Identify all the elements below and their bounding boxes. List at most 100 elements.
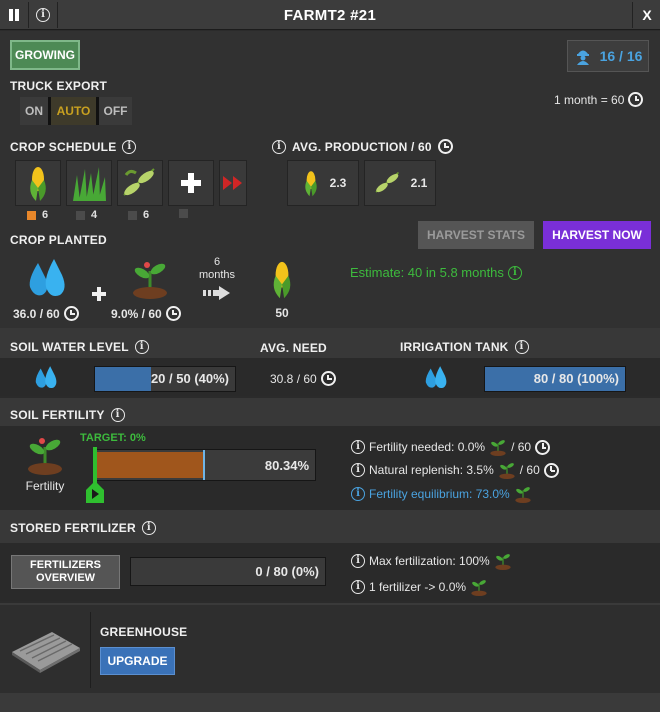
truck-export-on[interactable]: ON (20, 97, 48, 125)
plus-icon (181, 173, 201, 193)
truck-export-label: TRUCK EXPORT (10, 79, 108, 93)
pause-icon (9, 9, 19, 21)
info-icon[interactable]: i (122, 140, 137, 154)
soil-water-bar: 20 / 50 (40%) (94, 366, 236, 392)
crop-planted-label: CROP PLANTED (10, 233, 107, 247)
greenhouse-plot-icon (12, 632, 80, 673)
slot-count-add (179, 209, 188, 218)
sprout-soil-icon (515, 487, 531, 503)
fast-forward-icon (223, 176, 242, 190)
soil-fertility-header: SOIL FERTILITY i (10, 408, 125, 422)
planted-yield: 50 (275, 306, 289, 320)
info-icon[interactable]: i (351, 580, 365, 594)
water-drops-icon (29, 259, 65, 296)
soil-fertility-label: SOIL FERTILITY (10, 408, 105, 422)
irrigation-tank-bar: 80 / 80 (100%) (484, 366, 626, 392)
avg-production-soybean: 2.1 (364, 160, 436, 206)
slot-count-grass: 4 (76, 209, 97, 221)
clock-icon (437, 139, 453, 154)
info-icon[interactable]: i (351, 554, 365, 568)
irrigation-header: IRRIGATION TANK i (400, 340, 529, 354)
arrow-right-icon (203, 286, 230, 300)
info-button[interactable]: i (29, 0, 57, 30)
harvest-estimate: Estimate: 40 in 5.8 months i (350, 265, 522, 280)
info-icon[interactable]: i (514, 340, 529, 354)
schedule-slot-soybean[interactable] (117, 160, 163, 206)
info-icon[interactable]: i (351, 463, 365, 477)
fertility-target: TARGET: 0% (80, 432, 146, 444)
avg-production-header: i AVG. PRODUCTION / 60 (272, 139, 453, 154)
worker-icon (576, 50, 589, 65)
corn-icon (273, 261, 291, 299)
clock-icon (543, 462, 559, 478)
growth-duration: 6 months (198, 256, 236, 281)
avg-production-label: AVG. PRODUCTION / 60 (292, 139, 432, 154)
stored-fertilizer-bar: 0 / 80 (0%) (130, 557, 326, 586)
sprout-soil-icon (499, 463, 515, 479)
pause-button[interactable] (0, 0, 28, 30)
planted-water-value: 36.0 / 60 (13, 306, 79, 321)
soybean-icon (123, 168, 155, 196)
fertilizers-overview-button[interactable]: FERTILIZERS OVERVIEW (11, 555, 120, 589)
time-scale: 1 month = 60 (554, 92, 644, 107)
close-button[interactable]: X (633, 0, 660, 30)
clock-icon (535, 439, 551, 455)
plus-icon (92, 287, 106, 301)
info-icon: i (36, 8, 50, 22)
sprout-soil-icon (471, 580, 487, 596)
water-drops-icon (425, 366, 447, 389)
crop-schedule-label: CROP SCHEDULE (10, 140, 117, 154)
soil-fertility-bar: 80.34% (94, 449, 316, 481)
clock-icon (165, 306, 181, 321)
truck-export-auto[interactable]: AUTO (51, 97, 96, 125)
avg-need-label: AVG. NEED (260, 341, 327, 355)
harvest-stats-button[interactable]: HARVEST STATS (418, 221, 534, 249)
truck-export-off[interactable]: OFF (99, 97, 132, 125)
status-badge[interactable]: GROWING (10, 40, 80, 70)
soil-water-header: SOIL WATER LEVEL i (10, 340, 149, 354)
info-icon[interactable]: i (351, 440, 365, 454)
harvest-now-button[interactable]: HARVEST NOW (543, 221, 651, 249)
window-title: FARMT2 #21 (283, 7, 377, 24)
schedule-slot-grass[interactable] (66, 160, 112, 206)
natural-replenish: i Natural replenish: 3.5% / 60 (351, 461, 559, 479)
corn-icon (304, 171, 317, 197)
slot-count-corn: 6 (27, 209, 48, 221)
sprout-soil-icon (490, 440, 506, 456)
irrigation-label: IRRIGATION TANK (400, 340, 509, 354)
info-icon[interactable]: i (141, 521, 156, 535)
fast-forward-button[interactable] (219, 160, 247, 206)
clock-icon (628, 92, 644, 107)
title-bar: i FARMT2 #21 X (0, 0, 660, 30)
fertility-icon-label: Fertility (25, 479, 65, 493)
crop-schedule-header: CROP SCHEDULE i (10, 140, 137, 154)
soil-water-label: SOIL WATER LEVEL (10, 340, 129, 354)
sprout-soil-icon (28, 438, 62, 475)
slot-count-soybean: 6 (128, 209, 149, 221)
sprout-soil-icon (495, 554, 511, 570)
corn-icon (30, 167, 46, 201)
info-icon[interactable]: i (272, 139, 286, 154)
schedule-slot-add[interactable] (168, 160, 214, 206)
info-icon[interactable]: i (110, 408, 125, 422)
greenhouse-upgrade-button[interactable]: UPGRADE (100, 647, 175, 675)
soybean-icon (375, 171, 399, 193)
grass-icon (73, 167, 106, 201)
avg-production-corn: 2.3 (287, 160, 359, 206)
clock-icon (63, 306, 79, 321)
max-fertilization: i Max fertilization: 100% (351, 552, 512, 570)
workers-count: 16 / 16 (599, 48, 643, 64)
stored-fertilizer-label: STORED FERTILIZER (10, 521, 136, 535)
fertility-needed: i Fertility needed: 0.0% / 60 (351, 438, 551, 456)
info-icon[interactable]: i (134, 340, 149, 354)
target-line (93, 447, 97, 483)
target-slider-handle[interactable] (84, 481, 106, 505)
info-icon[interactable]: i (351, 487, 365, 501)
water-drops-icon (35, 366, 57, 389)
avg-need-value: 30.8 / 60 (270, 371, 336, 386)
per-fertilizer: i 1 fertilizer -> 0.0% (351, 578, 488, 596)
info-icon[interactable]: i (507, 265, 522, 280)
workers-badge[interactable]: 16 / 16 (567, 40, 649, 72)
sprout-soil-icon (133, 262, 167, 299)
schedule-slot-corn[interactable] (15, 160, 61, 206)
